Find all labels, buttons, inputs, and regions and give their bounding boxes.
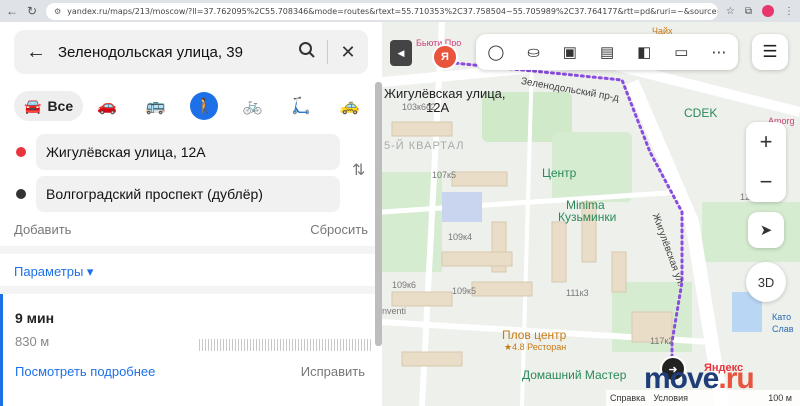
building-label: 103к6с2 <box>402 102 436 112</box>
panorama-icon[interactable]: ⛀ <box>527 43 540 61</box>
poi-minima-sub: Кузьминки <box>558 210 617 224</box>
more-menu-icon[interactable]: ⋮ <box>784 6 794 17</box>
back-arrow-icon[interactable]: ← <box>14 41 58 64</box>
scrollbar[interactable] <box>375 82 382 346</box>
route-panel: ← Зеленодольская улица, 39 ✕ 🚘 Все 🚗 🚌 🚶… <box>0 22 382 406</box>
collapse-panel-button[interactable]: ◀ <box>390 40 412 66</box>
route-point-to: Волгоградский проспект (дублёр) <box>14 176 340 212</box>
more-icon[interactable]: ⋯ <box>711 43 726 61</box>
fix-link[interactable]: Исправить <box>301 364 365 379</box>
zoom-controls: + − <box>746 122 786 202</box>
profile-avatar[interactable] <box>762 5 774 17</box>
map-type-icon[interactable]: ◧ <box>637 43 651 61</box>
menu-icon[interactable]: ☰ <box>752 34 788 70</box>
search-box[interactable]: ← Зеленодольская улица, 39 ✕ <box>14 30 368 74</box>
star-icon[interactable]: ☆ <box>726 6 735 17</box>
map-footer: Справка Условия 100 м <box>606 390 800 406</box>
building-label: 109к5 <box>452 286 476 296</box>
from-field[interactable]: Жигулёвская улица, 12А <box>36 134 340 170</box>
building-label: 109к4 <box>448 232 472 242</box>
cars-icon: 🚘 <box>24 97 42 114</box>
back-arrow-icon[interactable]: ← <box>6 4 18 18</box>
help-link[interactable]: Справка <box>610 393 645 403</box>
building-label: 111к3 <box>566 288 589 298</box>
browser-actions: ☆ ⧉ ⋮ <box>726 5 794 17</box>
ruler-icon[interactable]: ▭ <box>674 43 688 61</box>
transport-modes: 🚘 Все 🚗 🚌 🚶 🚲 🛴 🚕 <box>14 90 374 122</box>
route-distance: 830 м <box>15 334 50 349</box>
camera-icon[interactable]: ▣ <box>563 43 577 61</box>
address-bar[interactable]: ⚙ yandex.ru/maps/213/moscow/?ll=37.76209… <box>46 2 718 20</box>
start-pin[interactable]: Я <box>432 44 458 70</box>
close-icon[interactable]: ✕ <box>328 42 368 63</box>
bus-icon[interactable]: 🚌 <box>132 96 180 116</box>
zoom-in-icon[interactable]: + <box>746 122 786 162</box>
poi-cdek[interactable]: CDEK <box>684 106 717 120</box>
locate-icon[interactable]: ➤ <box>748 212 784 248</box>
section-divider <box>0 246 375 254</box>
bicycle-icon[interactable]: 🚲 <box>229 96 277 116</box>
route-actions: Добавить Сбросить <box>14 222 368 237</box>
terms-link[interactable]: Условия <box>653 393 688 403</box>
route-card[interactable]: 9 мин 830 м Посмотреть подробнее Исправи… <box>0 294 375 406</box>
poi-label: Слав <box>772 324 794 334</box>
elevation-profile <box>199 339 371 351</box>
route-time: 9 мин <box>15 310 55 326</box>
site-info-icon[interactable]: ⚙ <box>54 7 61 16</box>
search-icon[interactable] <box>287 41 327 64</box>
browser-toolbar: ← ↻ ⚙ yandex.ru/maps/213/moscow/?ll=37.7… <box>0 0 800 22</box>
poi-master[interactable]: Домашний Мастер <box>522 368 626 382</box>
start-dot-icon <box>16 147 26 157</box>
to-field[interactable]: Волгоградский проспект (дублёр) <box>36 176 340 212</box>
route-point-from: Жигулёвская улица, 12А <box>14 134 340 170</box>
building-label: 117к2 <box>650 336 674 346</box>
scale-label: 100 м <box>768 393 792 403</box>
car-icon[interactable]: 🚗 <box>83 96 131 116</box>
reset-button[interactable]: Сбросить <box>310 222 368 237</box>
start-label-line1: Жигулёвская улица, <box>384 86 506 101</box>
end-dot-icon <box>16 189 26 199</box>
extensions-icon[interactable]: ⧉ <box>745 6 752 17</box>
poi-plov[interactable]: Плов центр <box>502 328 566 342</box>
details-link[interactable]: Посмотреть подробнее <box>15 364 155 379</box>
search-query[interactable]: Зеленодольская улица, 39 <box>58 44 287 61</box>
walking-icon: 🚶 <box>190 92 219 120</box>
url-text: yandex.ru/maps/213/moscow/?ll=37.762095%… <box>67 6 718 16</box>
3d-button[interactable]: 3D <box>746 262 786 302</box>
building-label: 109к6 <box>392 280 416 290</box>
zoom-out-icon[interactable]: − <box>746 162 786 202</box>
map[interactable]: Жигулёвская улица, 12А 103к6с2 5-Й КВАРТ… <box>382 22 800 406</box>
poi-label: nventi <box>382 306 407 316</box>
transit-icon[interactable]: ▤ <box>600 43 614 61</box>
mode-all-button[interactable]: 🚘 Все <box>14 91 84 121</box>
swap-icon[interactable]: ⇅ <box>352 160 365 180</box>
building-label: 107к5 <box>432 170 456 180</box>
add-point-button[interactable]: Добавить <box>14 222 71 237</box>
scooter-icon[interactable]: 🛴 <box>277 96 325 116</box>
poi-center[interactable]: Центр <box>542 166 576 180</box>
reload-icon[interactable]: ↻ <box>26 4 38 18</box>
mode-all-label: Все <box>47 98 74 114</box>
taxi-icon[interactable]: 🚕 <box>326 96 374 116</box>
layers-icon[interactable]: ◯ <box>487 43 504 61</box>
district-label: 5-Й КВАРТАЛ <box>384 140 465 152</box>
map-toolbar: ◯ ⛀ ▣ ▤ ◧ ▭ ⋯ <box>476 34 738 70</box>
parameters-button[interactable]: Параметры ▾ <box>14 264 93 280</box>
section-divider <box>0 286 375 294</box>
poi-label: Като <box>772 312 792 322</box>
walk-mode-button[interactable]: 🚶 <box>180 92 228 120</box>
poi-plov-sub: ★4.8 Ресторан <box>504 342 567 352</box>
